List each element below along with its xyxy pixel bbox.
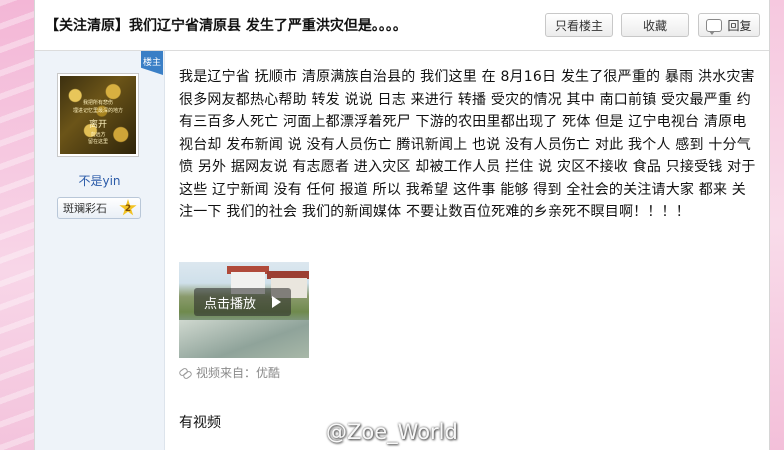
favorite-button[interactable]: 收藏	[621, 13, 689, 37]
medal-badge[interactable]: 斑斓彩石 2	[57, 197, 141, 219]
avatar-text-line: 离开	[88, 120, 107, 130]
post-title: 【关注清原】我们辽宁省清原县 发生了严重洪灾但是。。。。	[45, 18, 407, 34]
avatar-text-line: 我把所有悲伤	[82, 100, 113, 106]
play-button[interactable]: 点击播放	[194, 288, 291, 316]
forum-post: 【关注清原】我们辽宁省清原县 发生了严重洪灾但是。。。。 只看楼主 收藏 回复 …	[34, 0, 770, 450]
star-icon: 2	[119, 199, 137, 216]
page-background-right	[768, 0, 784, 450]
post-content: 我是辽宁省 抚顺市 清原满族自治县的 我们这里 在 8月16日 发生了很严重的 …	[179, 66, 757, 431]
play-button-label: 点击播放	[204, 296, 257, 312]
reply-button-label: 回复	[727, 18, 752, 33]
post-body: 我是辽宁省 抚顺市 清原满族自治县的 我们这里 在 8月16日 发生了很严重的 …	[179, 69, 756, 220]
avatar-text-line: 埋进记忆里最深的地方	[72, 108, 123, 114]
video-thumbnail[interactable]: 点击播放	[179, 262, 309, 358]
only-op-button[interactable]: 只看楼主	[545, 13, 613, 37]
reply-button[interactable]: 回复	[698, 13, 760, 37]
page-background-left	[0, 0, 34, 450]
post-footer-text: 有视频	[179, 415, 221, 431]
post-header: 【关注清原】我们辽宁省清原县 发生了严重洪灾但是。。。。 只看楼主 收藏 回复	[35, 0, 769, 51]
video-source-label: 视频来自：优酷	[196, 366, 281, 380]
username-link[interactable]: 不是yin	[35, 172, 164, 189]
video-source[interactable]: 视频来自：优酷	[179, 364, 280, 381]
link-icon	[179, 368, 191, 378]
author-sidebar: 我把所有悲伤 埋进记忆里最深的地方 离开 向远方 留在这里 不是yin 斑斓彩石…	[35, 51, 165, 450]
avatar-text-line: 向远方	[90, 132, 106, 138]
play-icon	[272, 296, 281, 308]
flood-water	[179, 320, 309, 358]
watermark: @Zoe_World	[326, 420, 458, 444]
reply-icon	[706, 18, 723, 35]
avatar-text-line: 留在这里	[87, 139, 108, 145]
medal-name: 斑斓彩石	[63, 202, 107, 215]
avatar[interactable]: 我把所有悲伤 埋进记忆里最深的地方 离开 向远方 留在这里	[57, 73, 139, 157]
avatar-image: 我把所有悲伤 埋进记忆里最深的地方 离开 向远方 留在这里	[60, 76, 136, 154]
